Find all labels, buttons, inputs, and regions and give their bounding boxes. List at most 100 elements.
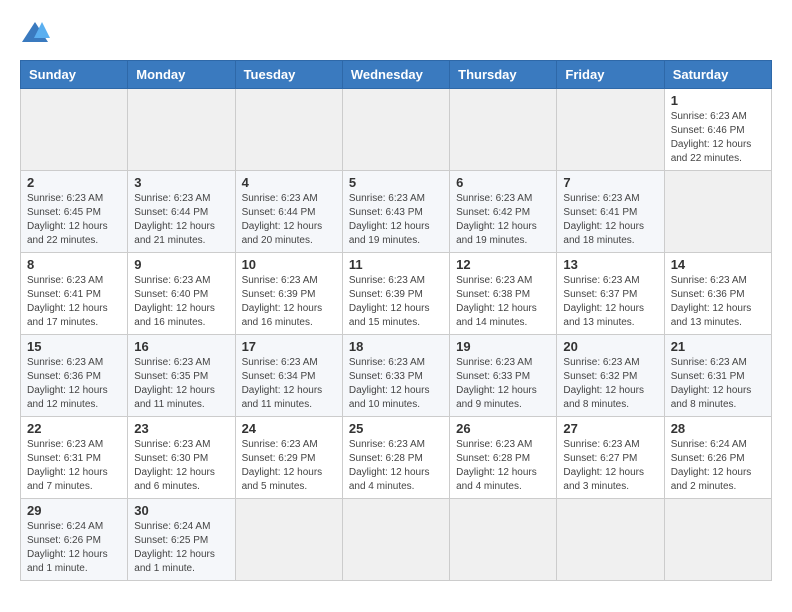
empty-cell xyxy=(450,89,557,171)
calendar-day-cell: 13Sunrise: 6:23 AMSunset: 6:37 PMDayligh… xyxy=(557,253,664,335)
day-info: Sunrise: 6:23 AMSunset: 6:28 PMDaylight:… xyxy=(456,439,537,492)
calendar-day-cell: 25 Sunrise: 6:23 AMSunset: 6:28 PMDayligh… xyxy=(342,417,449,499)
day-number: 23 xyxy=(134,421,228,436)
day-info: Sunrise: 6:23 AMSunset: 6:40 PMDaylight:… xyxy=(134,275,215,328)
day-info: Sunrise: 6:23 AMSunset: 6:33 PMDaylight:… xyxy=(349,357,430,410)
day-number: 8 xyxy=(27,257,121,272)
weekday-header-row: SundayMondayTuesdayWednesdayThursdayFrid… xyxy=(21,61,772,89)
day-number: 26 xyxy=(456,421,550,436)
calendar-day-cell: 9 Sunrise: 6:23 AMSunset: 6:40 PMDaylight… xyxy=(128,253,235,335)
weekday-header-cell: Thursday xyxy=(450,61,557,89)
day-info: Sunrise: 6:23 AMSunset: 6:27 PMDaylight:… xyxy=(563,439,644,492)
calendar-day-cell xyxy=(664,171,771,253)
calendar-day-cell: 20 Sunrise: 6:23 AMSunset: 6:32 PMDayligh… xyxy=(557,335,664,417)
day-info: Sunrise: 6:23 AMSunset: 6:31 PMDaylight:… xyxy=(671,357,752,410)
day-info: Sunrise: 6:24 AMSunset: 6:26 PMDaylight:… xyxy=(671,439,752,492)
calendar-day-cell: 6 Sunrise: 6:23 AMSunset: 6:42 PMDaylight… xyxy=(450,171,557,253)
day-number: 7 xyxy=(563,175,657,190)
calendar-day-cell: 23 Sunrise: 6:23 AMSunset: 6:30 PMDayligh… xyxy=(128,417,235,499)
day-info: Sunrise: 6:23 AMSunset: 6:29 PMDaylight:… xyxy=(242,439,323,492)
calendar-week-row: 1Sunrise: 6:23 AMSunset: 6:46 PMDaylight… xyxy=(21,89,772,171)
day-number: 16 xyxy=(134,339,228,354)
day-number: 5 xyxy=(349,175,443,190)
day-number: 6 xyxy=(456,175,550,190)
day-info: Sunrise: 6:24 AMSunset: 6:26 PMDaylight:… xyxy=(27,521,108,574)
calendar-day-cell xyxy=(342,499,449,581)
day-info: Sunrise: 6:23 AMSunset: 6:36 PMDaylight:… xyxy=(27,357,108,410)
calendar-day-cell: 24 Sunrise: 6:23 AMSunset: 6:29 PMDayligh… xyxy=(235,417,342,499)
day-info: Sunrise: 6:23 AMSunset: 6:36 PMDaylight:… xyxy=(671,275,752,328)
calendar-day-cell: 1Sunrise: 6:23 AMSunset: 6:46 PMDaylight… xyxy=(664,89,771,171)
day-number: 21 xyxy=(671,339,765,354)
empty-cell xyxy=(342,89,449,171)
calendar-day-cell: 3Sunrise: 6:23 AMSunset: 6:44 PMDaylight… xyxy=(128,171,235,253)
calendar-day-cell: 21 Sunrise: 6:23 AMSunset: 6:31 PMDayligh… xyxy=(664,335,771,417)
day-info: Sunrise: 6:23 AMSunset: 6:32 PMDaylight:… xyxy=(563,357,644,410)
calendar-day-cell: 2 Sunrise: 6:23 AMSunset: 6:45 PMDaylight… xyxy=(21,171,128,253)
calendar-day-cell: 11 Sunrise: 6:23 AMSunset: 6:39 PMDayligh… xyxy=(342,253,449,335)
calendar-day-cell: 8Sunrise: 6:23 AMSunset: 6:41 PMDaylight… xyxy=(21,253,128,335)
day-info: Sunrise: 6:23 AMSunset: 6:30 PMDaylight:… xyxy=(134,439,215,492)
calendar-week-row: 8Sunrise: 6:23 AMSunset: 6:41 PMDaylight… xyxy=(21,253,772,335)
day-number: 19 xyxy=(456,339,550,354)
empty-cell xyxy=(21,89,128,171)
calendar-day-cell: 4 Sunrise: 6:23 AMSunset: 6:44 PMDaylight… xyxy=(235,171,342,253)
day-number: 12 xyxy=(456,257,550,272)
day-info: Sunrise: 6:23 AMSunset: 6:31 PMDaylight:… xyxy=(27,439,108,492)
day-info: Sunrise: 6:23 AMSunset: 6:45 PMDaylight:… xyxy=(27,193,108,246)
day-number: 27 xyxy=(563,421,657,436)
day-info: Sunrise: 6:23 AMSunset: 6:42 PMDaylight:… xyxy=(456,193,537,246)
day-info: Sunrise: 6:23 AMSunset: 6:33 PMDaylight:… xyxy=(456,357,537,410)
day-number: 14 xyxy=(671,257,765,272)
day-number: 13 xyxy=(563,257,657,272)
calendar-week-row: 22 Sunrise: 6:23 AMSunset: 6:31 PMDayligh… xyxy=(21,417,772,499)
day-info: Sunrise: 6:23 AMSunset: 6:39 PMDaylight:… xyxy=(242,275,323,328)
empty-cell xyxy=(557,89,664,171)
day-info: Sunrise: 6:23 AMSunset: 6:39 PMDaylight:… xyxy=(349,275,430,328)
calendar-table: SundayMondayTuesdayWednesdayThursdayFrid… xyxy=(20,60,772,581)
logo xyxy=(20,20,54,44)
day-info: Sunrise: 6:23 AMSunset: 6:44 PMDaylight:… xyxy=(242,193,323,246)
day-number: 25 xyxy=(349,421,443,436)
calendar-day-cell: 29 Sunrise: 6:24 AMSunset: 6:26 PMDayligh… xyxy=(21,499,128,581)
calendar-week-row: 2 Sunrise: 6:23 AMSunset: 6:45 PMDaylight… xyxy=(21,171,772,253)
day-number: 29 xyxy=(27,503,121,518)
day-number: 11 xyxy=(349,257,443,272)
calendar-day-cell: 10 Sunrise: 6:23 AMSunset: 6:39 PMDayligh… xyxy=(235,253,342,335)
day-number: 22 xyxy=(27,421,121,436)
day-number: 24 xyxy=(242,421,336,436)
day-number: 18 xyxy=(349,339,443,354)
day-number: 17 xyxy=(242,339,336,354)
calendar-day-cell: 14 Sunrise: 6:23 AMSunset: 6:36 PMDayligh… xyxy=(664,253,771,335)
day-info: Sunrise: 6:23 AMSunset: 6:28 PMDaylight:… xyxy=(349,439,430,492)
day-number: 9 xyxy=(134,257,228,272)
day-number: 20 xyxy=(563,339,657,354)
calendar-day-cell: 22 Sunrise: 6:23 AMSunset: 6:31 PMDayligh… xyxy=(21,417,128,499)
calendar-day-cell: 19 Sunrise: 6:23 AMSunset: 6:33 PMDayligh… xyxy=(450,335,557,417)
day-number: 28 xyxy=(671,421,765,436)
calendar-day-cell: 18 Sunrise: 6:23 AMSunset: 6:33 PMDayligh… xyxy=(342,335,449,417)
calendar-day-cell: 17Sunrise: 6:23 AMSunset: 6:34 PMDayligh… xyxy=(235,335,342,417)
day-info: Sunrise: 6:24 AMSunset: 6:25 PMDaylight:… xyxy=(134,521,215,574)
day-info: Sunrise: 6:23 AMSunset: 6:35 PMDaylight:… xyxy=(134,357,215,410)
day-info: Sunrise: 6:23 AMSunset: 6:46 PMDaylight:… xyxy=(671,111,752,164)
calendar-day-cell: 30Sunrise: 6:24 AMSunset: 6:25 PMDayligh… xyxy=(128,499,235,581)
day-info: Sunrise: 6:23 AMSunset: 6:41 PMDaylight:… xyxy=(563,193,644,246)
day-number: 10 xyxy=(242,257,336,272)
logo-icon xyxy=(20,20,50,44)
header xyxy=(20,20,772,44)
day-number: 4 xyxy=(242,175,336,190)
day-number: 15 xyxy=(27,339,121,354)
calendar-day-cell xyxy=(557,499,664,581)
weekday-header-cell: Friday xyxy=(557,61,664,89)
calendar-week-row: 15 Sunrise: 6:23 AMSunset: 6:36 PMDayligh… xyxy=(21,335,772,417)
day-number: 2 xyxy=(27,175,121,190)
calendar-day-cell: 27 Sunrise: 6:23 AMSunset: 6:27 PMDayligh… xyxy=(557,417,664,499)
empty-cell xyxy=(235,89,342,171)
calendar-body: 1Sunrise: 6:23 AMSunset: 6:46 PMDaylight… xyxy=(21,89,772,581)
calendar-day-cell xyxy=(450,499,557,581)
day-number: 3 xyxy=(134,175,228,190)
weekday-header-cell: Monday xyxy=(128,61,235,89)
weekday-header-cell: Sunday xyxy=(21,61,128,89)
calendar-day-cell: 28 Sunrise: 6:24 AMSunset: 6:26 PMDayligh… xyxy=(664,417,771,499)
